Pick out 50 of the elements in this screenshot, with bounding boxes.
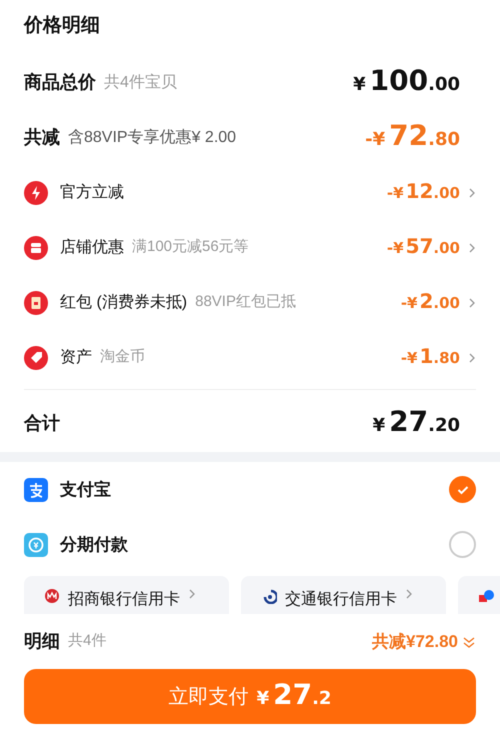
row-label: 资产	[60, 348, 92, 368]
row-note: 淘金币	[100, 347, 145, 368]
envelope-icon	[24, 290, 48, 314]
item-count: 共4件	[68, 631, 106, 652]
price: -¥12.00	[386, 180, 460, 204]
bank-logo-icon	[478, 588, 494, 604]
wallet-logo-icon	[24, 478, 48, 502]
check-icon	[456, 484, 468, 494]
radio-button[interactable]	[449, 476, 476, 503]
discount-row[interactable]: 官方立减 -¥12.00	[24, 165, 476, 220]
discount-row[interactable]: 红包 (消费券未抵) 88VIP红包已抵 -¥2.00	[24, 275, 476, 330]
row-note: 满100元减56元等	[132, 237, 249, 258]
price: ¥100.00	[353, 67, 460, 98]
chevron-right-icon	[405, 588, 413, 600]
chevron-right-icon	[468, 296, 476, 308]
row-label: 店铺优惠	[60, 238, 124, 258]
section-title: 价格明细	[24, 14, 101, 38]
chevron-right-icon	[188, 588, 196, 600]
price: -¥72.80	[365, 122, 460, 153]
chevron-right-icon	[468, 242, 476, 254]
row-label: 共减	[24, 126, 60, 149]
price: ¥27.2	[256, 681, 332, 712]
installment-icon	[24, 532, 48, 556]
bank-logo-icon	[44, 588, 60, 604]
price: ¥27.20	[372, 408, 460, 438]
row-label: 官方立减	[60, 182, 124, 202]
row-note: 88VIP红包已抵	[195, 292, 296, 312]
chevron-right-icon	[468, 352, 476, 364]
price: -¥2.00	[400, 290, 460, 314]
row-note: 共4件宝贝	[104, 72, 177, 92]
bank-card-option[interactable]: 招商银行信用卡	[24, 576, 229, 614]
bolt-icon	[24, 180, 48, 204]
bank-card-option[interactable]: 交通银行信用卡	[241, 576, 446, 614]
payment-option[interactable]: 分期付款	[24, 517, 476, 572]
double-chevron-down-icon[interactable]	[462, 634, 476, 648]
tag-icon	[24, 346, 48, 370]
row-note: 含88VIP专享优惠¥ 2.00	[68, 128, 236, 148]
radio-button[interactable]	[449, 531, 476, 558]
details-label: 明细	[24, 630, 60, 653]
store-icon	[24, 236, 48, 260]
price: -¥1.80	[400, 346, 460, 370]
chevron-right-icon	[468, 186, 476, 198]
row-label: 合计	[24, 412, 60, 434]
price: -¥57.00	[386, 236, 460, 260]
payment-option[interactable]: 支付宝	[24, 462, 476, 517]
row-label: 红包 (消费券未抵)	[60, 292, 188, 312]
bank-logo-icon	[261, 588, 277, 604]
discount-row[interactable]: 店铺优惠 满100元减56元等 -¥57.00	[24, 220, 476, 275]
row-label: 商品总价	[24, 71, 96, 94]
discount-row[interactable]: 资产 淘金币 -¥1.80	[24, 330, 476, 385]
